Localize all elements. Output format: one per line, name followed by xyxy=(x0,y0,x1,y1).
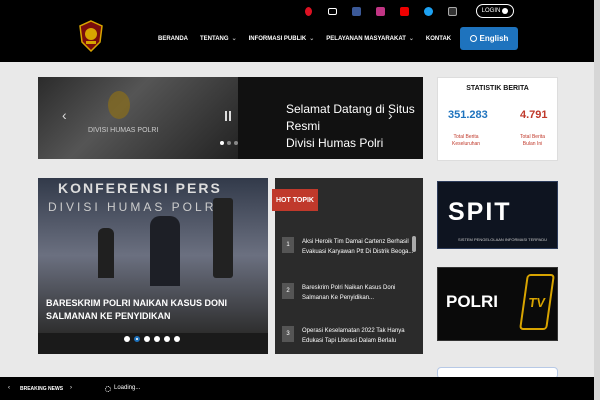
top-header: LOGIN BERANDA TENTANG ⌄ INFORMASI PUBLIK ⌄… xyxy=(0,0,600,62)
hero-prev-arrow[interactable]: ‹ xyxy=(62,107,67,123)
hero-slider: DIVISI HUMAS POLRI ‹ › Selamat Datang di… xyxy=(38,77,423,159)
hot-topic-number: 3 xyxy=(282,326,294,342)
twitter-icon[interactable] xyxy=(416,5,440,17)
feature-dot[interactable] xyxy=(154,336,160,342)
spit-logo-text: SPIT xyxy=(448,198,512,226)
polri-tv-banner[interactable]: POLRI TV xyxy=(437,267,558,341)
hot-topic-item[interactable]: 2 Bareskrim Polri Naikan Kasus Doni Salm… xyxy=(282,283,414,303)
mail-icon[interactable] xyxy=(320,5,344,17)
hero-title: Selamat Datang di Situs Resmi Divisi Hum… xyxy=(286,101,423,152)
globe-icon xyxy=(469,35,477,42)
hero-dot[interactable] xyxy=(227,141,231,145)
hero-image: DIVISI HUMAS POLRI xyxy=(38,77,238,159)
phone-icon[interactable] xyxy=(296,5,320,17)
nav-label: KONTAK xyxy=(425,35,452,42)
login-button[interactable]: LOGIN xyxy=(476,4,514,18)
nav-item-informasi-publik[interactable]: INFORMASI PUBLIK ⌄ xyxy=(248,35,315,43)
nav-label: INFORMASI PUBLIK xyxy=(248,35,307,42)
spit-subtitle: SISTEM PENGELOLAAN INFORMASI TERPADU xyxy=(458,237,547,242)
tv-badge: TV xyxy=(519,274,555,330)
stats-month-value: 4.791 xyxy=(520,109,548,121)
hot-topic-text: Aksi Heroik Tim Damai Cartenz Berhasil E… xyxy=(302,239,414,255)
stats-total-value: 351.283 xyxy=(448,109,488,121)
hero-title-line-2: Divisi Humas Polri xyxy=(286,136,384,150)
hot-topic-item[interactable]: 1 Aksi Heroik Tim Damai Cartenz Berhasil… xyxy=(282,237,414,257)
feature-dot[interactable] xyxy=(164,336,170,342)
stats-total-label-2: Keseluruhan xyxy=(452,141,481,147)
nav-label: BERANDA xyxy=(158,35,188,42)
facebook-icon[interactable] xyxy=(344,5,368,17)
chevron-down-icon: ⌄ xyxy=(408,36,414,42)
feature-bg-text-1: DIVISI HUMAS POLRI xyxy=(48,200,223,214)
feature-dot[interactable] xyxy=(174,336,180,342)
chevron-down-icon: ⌄ xyxy=(231,36,237,42)
feature-title[interactable]: BARESKRIM POLRI NAIKAN KASUS DONI SALMAN… xyxy=(46,297,256,323)
stats-month-label-1: Total Berita xyxy=(520,134,546,140)
hero-title-line-1: Selamat Datang di Situs Resmi xyxy=(286,102,415,133)
tiktok-icon[interactable] xyxy=(440,5,464,17)
hot-topic-item[interactable]: 3 Operasi Keselamatan 2022 Tak Hanya Edu… xyxy=(282,326,414,346)
stats-total-label-1: Total Berita xyxy=(453,134,479,140)
nav-item-kontak[interactable]: KONTAK xyxy=(426,35,451,42)
hot-topic-text: Bareskrim Polri Naikan Kasus Doni Salman… xyxy=(302,285,396,301)
nav-item-beranda[interactable]: BERANDA xyxy=(158,35,188,42)
feature-dot[interactable] xyxy=(134,336,140,342)
stats-month-label: Total Berita Bulan Ini xyxy=(520,134,545,148)
hero-dot[interactable] xyxy=(234,141,238,145)
page-scrollbar[interactable] xyxy=(594,0,600,400)
youtube-icon[interactable] xyxy=(392,5,416,17)
social-icons xyxy=(296,5,464,17)
breaking-news-bar: ‹ BREAKING NEWS › Loading... xyxy=(0,377,600,400)
hero-dot[interactable] xyxy=(220,141,224,145)
breaking-news-label: BREAKING NEWS xyxy=(20,386,64,392)
feature-dot[interactable] xyxy=(124,336,130,342)
instagram-icon[interactable] xyxy=(368,5,392,17)
feature-title-line-1: BARESKRIM POLRI NAIKAN KASUS DONI xyxy=(46,298,228,308)
chevron-right-icon[interactable]: › xyxy=(70,385,72,391)
login-label: LOGIN xyxy=(481,8,501,14)
language-button[interactable]: English xyxy=(460,27,518,50)
hot-topic-number: 1 xyxy=(282,237,294,253)
hot-topic-number: 2 xyxy=(282,283,294,299)
feature-slider[interactable]: KONFERENSI PERS DIVISI HUMAS POLRI BARES… xyxy=(38,178,268,354)
stats-panel: STATISTIK BERITA 351.283 4.791 Total Ber… xyxy=(437,77,558,161)
hot-topic-label: HOT TOPIK xyxy=(272,189,318,211)
feature-title-line-2: SALMANAN KE PENYIDIKAN xyxy=(46,311,171,321)
nav-label: PELAYANAN MASYARAKAT xyxy=(326,35,406,42)
language-label: English xyxy=(479,34,509,43)
stats-total-label: Total Berita Keseluruhan xyxy=(452,134,480,148)
feature-bg-text-2: KONFERENSI PERS xyxy=(58,180,222,196)
polri-logo[interactable] xyxy=(78,20,104,53)
nav-item-tentang[interactable]: TENTANG ⌄ xyxy=(200,35,237,43)
spit-banner[interactable]: SPIT SISTEM PENGELOLAAN INFORMASI TERPAD… xyxy=(437,181,558,249)
nav-item-pelayanan-masyarakat[interactable]: PELAYANAN MASYARAKAT ⌄ xyxy=(326,35,414,43)
spinner-icon xyxy=(105,386,111,392)
hot-topic-text: Operasi Keselamatan 2022 Tak Hanya Eduka… xyxy=(302,328,405,344)
polri-tv-text: POLRI xyxy=(446,292,498,311)
nav-label: TENTANG xyxy=(200,35,229,42)
chevron-down-icon: ⌄ xyxy=(309,36,315,42)
login-arrow-icon xyxy=(502,8,509,14)
feature-dots xyxy=(124,336,180,342)
hero-image-text: DIVISI HUMAS POLRI xyxy=(88,127,159,134)
pause-icon[interactable] xyxy=(225,111,231,121)
stats-title: STATISTIK BERITA xyxy=(466,85,529,92)
feature-dot[interactable] xyxy=(144,336,150,342)
stats-month-label-2: Bulan Ini xyxy=(522,141,543,147)
breaking-news-loading: Loading... xyxy=(114,385,141,391)
hero-dots xyxy=(220,141,238,145)
chevron-left-icon[interactable]: ‹ xyxy=(8,385,10,391)
main-nav: BERANDA TENTANG ⌄ INFORMASI PUBLIK ⌄ PELAY… xyxy=(158,35,451,43)
